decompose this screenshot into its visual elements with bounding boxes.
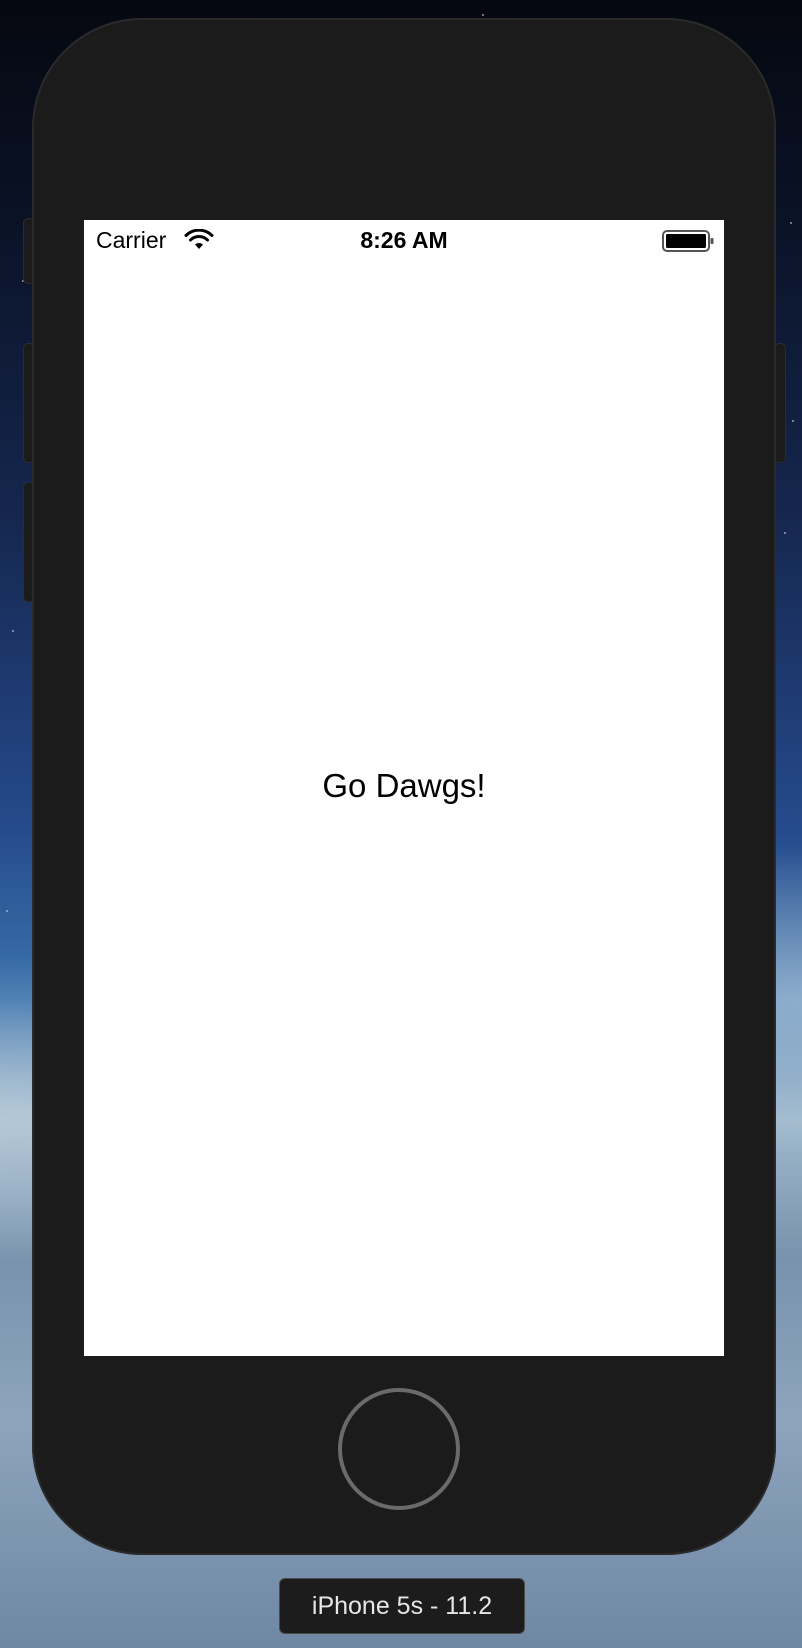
battery-icon [662,230,714,252]
main-label: Go Dawgs! [322,767,486,804]
star [6,910,8,912]
star [784,532,786,534]
app-screen[interactable]: Carrier 8:26 AM Go Dawgs! [84,220,724,1356]
star [792,420,794,422]
star [790,222,792,224]
status-time: 8:26 AM [360,227,448,253]
simulator-device-label: iPhone 5s - 11.2 [279,1578,525,1634]
home-button[interactable] [338,1388,460,1510]
star [12,630,14,632]
status-bar: Carrier 8:26 AM [84,220,724,260]
star [482,14,484,16]
